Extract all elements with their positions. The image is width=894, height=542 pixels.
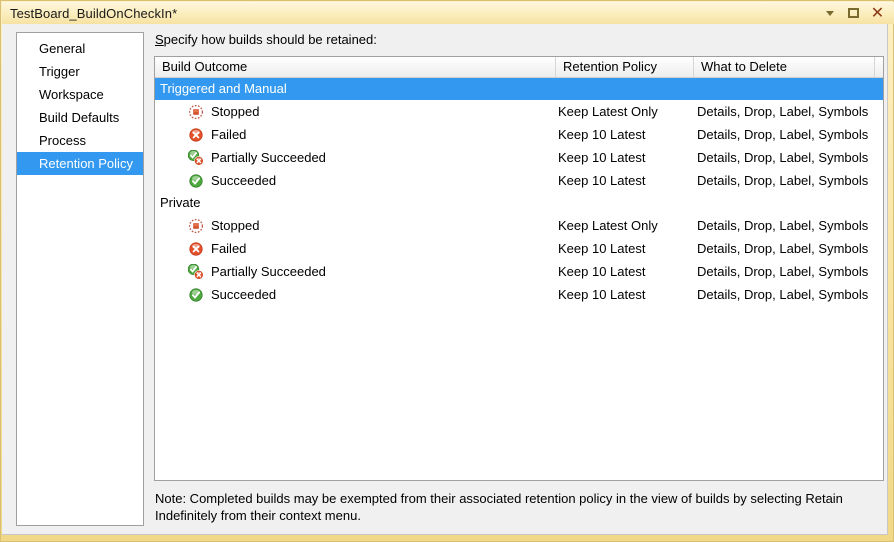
cell-build-outcome: Partially Succeeded	[155, 263, 556, 280]
build-outcome-label: Stopped	[211, 218, 260, 233]
failed-icon	[188, 241, 204, 257]
cell-retention-policy[interactable]: Keep 10 Latest	[556, 287, 694, 302]
title-bar: TestBoard_BuildOnCheckIn* ✕	[2, 2, 894, 24]
build-outcome-label: Stopped	[211, 104, 260, 119]
maximize-icon[interactable]	[846, 6, 861, 21]
cell-retention-policy[interactable]: Keep Latest Only	[556, 104, 694, 119]
cell-retention-policy[interactable]: Keep 10 Latest	[556, 173, 694, 188]
cell-build-outcome: Succeeded	[155, 173, 556, 189]
cell-retention-policy[interactable]: Keep 10 Latest	[556, 150, 694, 165]
column-header-retention-policy[interactable]: Retention Policy	[556, 57, 694, 77]
column-header-what-to-delete[interactable]: What to Delete	[694, 57, 875, 77]
cell-what-to-delete[interactable]: Details, Drop, Label, Symbols	[694, 104, 879, 119]
build-outcome-label: Partially Succeeded	[211, 264, 326, 279]
pane-instruction: Specify how builds should be retained:	[155, 32, 876, 47]
cell-build-outcome: Stopped	[155, 104, 556, 120]
table-row[interactable]: Failed Keep 10 Latest Details, Drop, Label…	[155, 123, 883, 146]
cell-what-to-delete[interactable]: Details, Drop, Label, Symbols	[694, 241, 879, 256]
sidebar-item-workspace[interactable]: Workspace	[17, 83, 143, 106]
cell-retention-policy[interactable]: Keep 10 Latest	[556, 264, 694, 279]
cell-retention-policy[interactable]: Keep Latest Only	[556, 218, 694, 233]
succeeded-icon	[188, 287, 204, 303]
cell-what-to-delete[interactable]: Details, Drop, Label, Symbols	[694, 218, 879, 233]
partially-succeeded-icon	[187, 263, 204, 280]
window-title: TestBoard_BuildOnCheckIn*	[10, 5, 178, 21]
sidebar-item-trigger[interactable]: Trigger	[17, 60, 143, 83]
stopped-icon	[188, 104, 204, 120]
table-row[interactable]: Partially Succeeded Keep 10 Latest Details…	[155, 260, 883, 283]
cell-what-to-delete[interactable]: Details, Drop, Label, Symbols	[694, 287, 879, 302]
chevron-down-icon[interactable]	[822, 6, 837, 21]
grid-body: Triggered and Manual Stopped Keep Latest O…	[155, 78, 883, 306]
sidebar-item-process[interactable]: Process	[17, 129, 143, 152]
table-row[interactable]: Stopped Keep Latest Only Details, Drop, La…	[155, 100, 883, 123]
retention-note: Note: Completed builds may be exempted f…	[155, 491, 843, 523]
grid-group-row[interactable]: Private	[155, 192, 883, 214]
settings-sidebar: General Trigger Workspace Build Defaults…	[16, 32, 144, 526]
partially-succeeded-icon	[187, 149, 204, 166]
pane-instruction-accesskey: S	[155, 32, 164, 47]
column-header-filler	[875, 57, 883, 77]
grid-header-row: Build Outcome Retention Policy What to D…	[155, 57, 883, 78]
table-row[interactable]: Partially Succeeded Keep 10 Latest Details…	[155, 146, 883, 169]
cell-what-to-delete[interactable]: Details, Drop, Label, Symbols	[694, 127, 879, 142]
sidebar-item-retention-policy[interactable]: Retention Policy	[17, 152, 143, 175]
table-row[interactable]: Succeeded Keep 10 Latest Details, Drop, La…	[155, 283, 883, 306]
cell-retention-policy[interactable]: Keep 10 Latest	[556, 241, 694, 256]
retention-policy-pane: Specify how builds should be retained: B…	[154, 32, 884, 526]
retention-policy-grid: Build Outcome Retention Policy What to D…	[154, 56, 884, 481]
sidebar-item-general[interactable]: General	[17, 37, 143, 60]
succeeded-icon	[188, 173, 204, 189]
build-outcome-label: Failed	[211, 241, 247, 256]
column-header-build-outcome[interactable]: Build Outcome	[155, 57, 556, 77]
cell-build-outcome: Succeeded	[155, 287, 556, 303]
grid-group-row[interactable]: Triggered and Manual	[155, 78, 883, 100]
stopped-icon	[188, 218, 204, 234]
cell-what-to-delete[interactable]: Details, Drop, Label, Symbols	[694, 150, 879, 165]
build-outcome-label: Succeeded	[211, 173, 277, 188]
cell-build-outcome: Failed	[155, 127, 556, 143]
cell-build-outcome: Failed	[155, 241, 556, 257]
pane-instruction-rest: pecify how builds should be retained:	[163, 32, 377, 47]
dialog-client-area: General Trigger Workspace Build Defaults…	[2, 24, 888, 535]
table-row[interactable]: Succeeded Keep 10 Latest Details, Drop, La…	[155, 169, 883, 192]
table-row[interactable]: Stopped Keep Latest Only Details, Drop, La…	[155, 214, 883, 237]
cell-retention-policy[interactable]: Keep 10 Latest	[556, 127, 694, 142]
table-row[interactable]: Failed Keep 10 Latest Details, Drop, Label…	[155, 237, 883, 260]
cell-what-to-delete[interactable]: Details, Drop, Label, Symbols	[694, 173, 879, 188]
build-outcome-label: Succeeded	[211, 287, 277, 302]
build-outcome-label: Partially Succeeded	[211, 150, 326, 165]
failed-icon	[188, 127, 204, 143]
cell-what-to-delete[interactable]: Details, Drop, Label, Symbols	[694, 264, 879, 279]
build-outcome-label: Failed	[211, 127, 247, 142]
cell-build-outcome: Partially Succeeded	[155, 149, 556, 166]
close-icon[interactable]: ✕	[870, 5, 885, 21]
sidebar-item-build-defaults[interactable]: Build Defaults	[17, 106, 143, 129]
cell-build-outcome: Stopped	[155, 218, 556, 234]
dialog-window: TestBoard_BuildOnCheckIn* ✕ General Trig…	[0, 0, 894, 542]
window-controls: ✕	[822, 5, 885, 21]
